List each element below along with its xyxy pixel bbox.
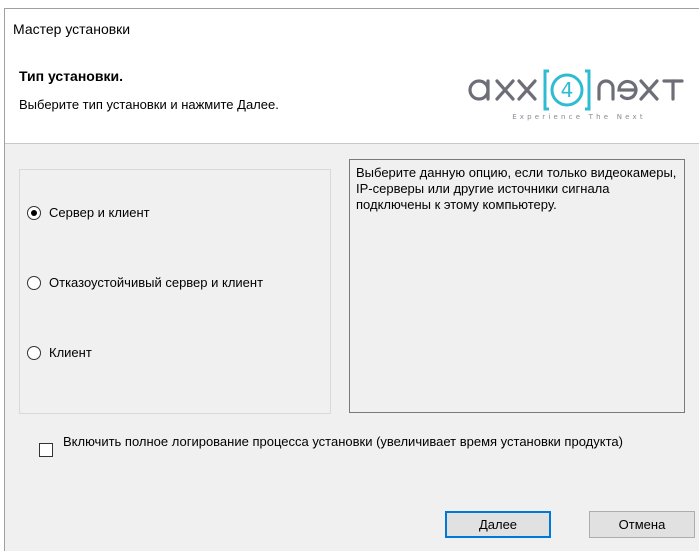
logging-checkbox-label: Включить полное логирование процесса уст… (63, 434, 623, 449)
install-type-options: Сервер и клиент Отказоустойчивый сервер … (19, 169, 331, 414)
option-label: Сервер и клиент (49, 205, 150, 220)
page-heading: Тип установки. (19, 68, 123, 84)
axxon-next-logo: 4 Experience The Next (468, 69, 684, 121)
wizard-header: Тип установки. Выберите тип установки и … (5, 47, 699, 143)
radio-selected-icon[interactable] (27, 205, 41, 220)
option-failover-server-and-client[interactable]: Отказоустойчивый сервер и клиент (27, 275, 263, 290)
svg-text:4: 4 (561, 78, 574, 102)
option-server-and-client[interactable]: Сервер и клиент (27, 205, 150, 220)
radio-unselected-icon[interactable] (27, 275, 41, 290)
installer-window: Мастер установки Тип установки. Выберите… (4, 8, 699, 551)
page-subheading: Выберите тип установки и нажмите Далее. (19, 97, 279, 112)
option-description: Выберите данную опцию, если только видео… (349, 159, 685, 413)
option-label: Клиент (49, 345, 92, 360)
full-logging-option[interactable]: Включить полное логирование процесса уст… (39, 434, 683, 457)
option-client[interactable]: Клиент (27, 345, 92, 360)
header-divider (5, 143, 699, 144)
next-button[interactable]: Далее (445, 511, 551, 538)
cancel-button[interactable]: Отмена (589, 511, 695, 538)
logo-tagline: Experience The Next (512, 113, 646, 121)
window-title: Мастер установки (13, 21, 131, 37)
title-bar: Мастер установки (5, 9, 699, 47)
option-label: Отказоустойчивый сервер и клиент (49, 275, 264, 290)
radio-unselected-icon[interactable] (27, 345, 41, 360)
logging-checkbox[interactable] (39, 443, 53, 457)
